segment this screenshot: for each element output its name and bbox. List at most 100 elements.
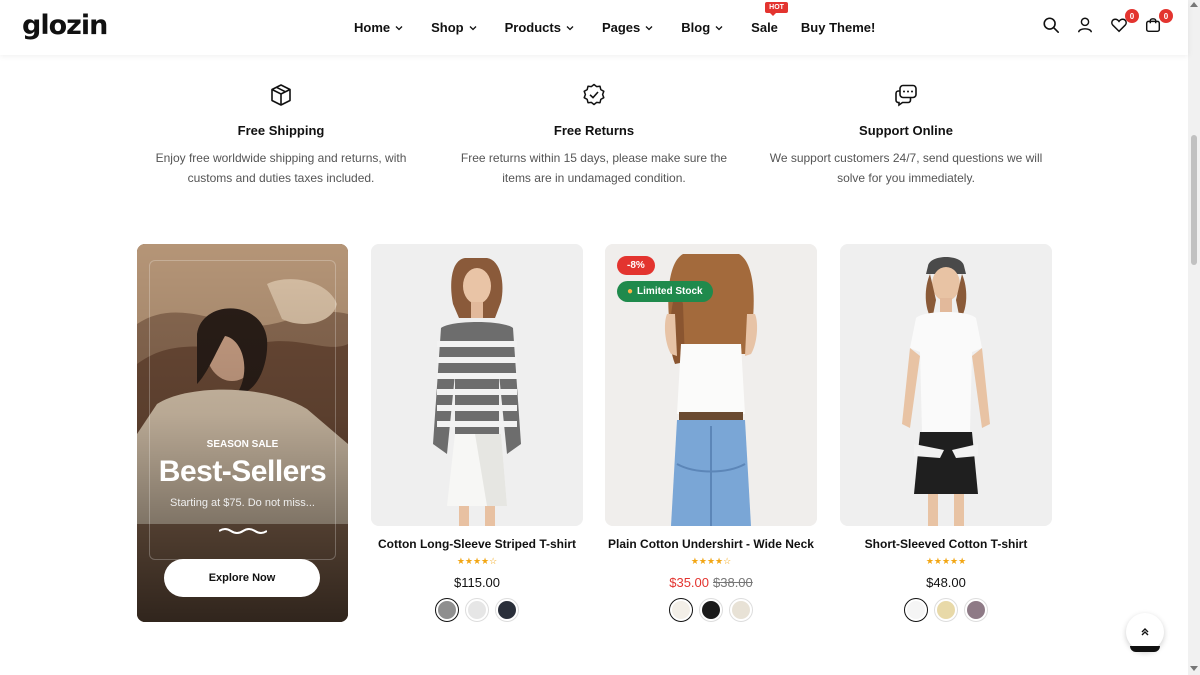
feature-description: Enjoy free worldwide shipping and return… <box>131 148 431 188</box>
nav-products-label: Products <box>504 20 561 35</box>
product-photo <box>371 244 583 526</box>
nav-sale[interactable]: Sale HOT <box>751 2 788 35</box>
best-sellers-banner[interactable]: SEASON SALE Best-Sellers Starting at $75… <box>137 244 348 622</box>
cart-count: 0 <box>1159 9 1173 23</box>
badge-check-icon <box>583 83 605 106</box>
swatch-color <box>438 601 456 619</box>
product-image[interactable] <box>840 244 1052 526</box>
nav-sale-label: Sale <box>751 20 778 35</box>
box-icon <box>271 84 291 106</box>
feature-desc-line: We support customers 24/7, send question… <box>769 151 1043 165</box>
search-icon <box>1043 17 1060 34</box>
chevron-down-icon <box>395 25 403 30</box>
product-image[interactable] <box>371 244 583 526</box>
price-value: $48.00 <box>926 575 966 590</box>
feature-desc-line: solve for you immediately. <box>837 171 975 185</box>
banner-title: Best-Sellers <box>158 455 327 488</box>
scrollbar-thumb[interactable] <box>1191 135 1197 265</box>
star-rating: ★★★★☆ <box>690 556 732 566</box>
product-photo <box>840 244 1052 526</box>
color-swatches <box>840 598 1052 622</box>
brand-logo[interactable]: glozin <box>22 10 108 41</box>
product-card[interactable]: -8% ● Limited Stock Plain Cotton Undershi… <box>605 244 817 622</box>
color-swatch[interactable] <box>495 598 519 622</box>
star-rating: ★★★★☆ <box>456 556 498 566</box>
product-price: $35.00 $38.00 <box>605 575 817 590</box>
color-swatch[interactable] <box>964 598 988 622</box>
cart-button[interactable]: 0 <box>1144 9 1173 36</box>
product-name[interactable]: Plain Cotton Undershirt - Wide Neck <box>605 537 817 551</box>
double-chevron-up-icon <box>1141 628 1149 636</box>
chevron-down-icon <box>566 25 574 30</box>
wishlist-count: 0 <box>1125 9 1139 23</box>
product-card[interactable]: Cotton Long-Sleeve Striped T-shirt ★★★★☆… <box>371 244 583 622</box>
color-swatch[interactable] <box>669 598 693 622</box>
nav-shop[interactable]: Shop <box>431 20 478 35</box>
product-image[interactable]: -8% ● Limited Stock <box>605 244 817 526</box>
nav-products[interactable]: Products <box>505 20 575 35</box>
nav-home-label: Home <box>354 20 391 35</box>
color-swatch[interactable] <box>934 598 958 622</box>
sale-price: $35.00 <box>669 575 709 590</box>
color-swatches <box>371 598 583 622</box>
color-swatches <box>605 598 817 622</box>
product-name[interactable]: Short-Sleeved Cotton T-shirt <box>840 537 1052 551</box>
limited-stock-badge: ● Limited Stock <box>617 281 713 302</box>
product-price: $48.00 <box>840 575 1052 590</box>
feature-title: Free Returns <box>553 123 635 138</box>
feature-desc-line: Free returns within 15 days, please make… <box>460 151 728 165</box>
chevron-down-icon <box>469 25 477 30</box>
swatch-color <box>468 601 486 619</box>
color-swatch[interactable] <box>904 598 928 622</box>
scroll-up-arrow-icon[interactable] <box>1190 2 1198 7</box>
swatch-color <box>672 601 690 619</box>
nav-buy-theme-label: Buy Theme! <box>800 20 876 35</box>
discount-badge: -8% <box>617 256 655 275</box>
feature-description: We support customers 24/7, send question… <box>756 148 1056 188</box>
user-icon <box>1077 17 1093 33</box>
swatch-color <box>907 601 925 619</box>
swatch-color <box>937 601 955 619</box>
nav-home[interactable]: Home <box>354 20 404 35</box>
explore-now-button[interactable]: Explore Now <box>164 559 320 597</box>
feature-description: Free returns within 15 days, please make… <box>444 148 744 188</box>
nav-buy-theme[interactable]: Buy Theme! <box>801 20 875 35</box>
flame-icon: ● <box>627 286 634 297</box>
feature-desc-line: items are in undamaged condition. <box>502 171 686 185</box>
nav-blog-label: Blog <box>681 20 711 35</box>
feature-desc-line: customs and duties taxes included. <box>187 171 375 185</box>
wishlist-button[interactable]: 0 <box>1110 9 1139 36</box>
feature-title: Support Online <box>859 123 953 138</box>
swatch-color <box>732 601 750 619</box>
swatch-color <box>967 601 985 619</box>
banner-frame <box>149 260 336 560</box>
color-swatch[interactable] <box>729 598 753 622</box>
nav-pages-label: Pages <box>601 20 641 35</box>
swatch-color <box>498 601 516 619</box>
product-card[interactable]: Short-Sleeved Cotton T-shirt ★★★★★ $48.0… <box>840 244 1052 622</box>
scroll-down-arrow-icon[interactable] <box>1190 666 1198 671</box>
back-to-top-button[interactable] <box>1126 613 1164 652</box>
stock-label: Limited Stock <box>637 286 703 297</box>
nav-pages[interactable]: Pages <box>602 20 654 35</box>
color-swatch[interactable] <box>699 598 723 622</box>
price-value: $115.00 <box>453 575 501 590</box>
feature-free-shipping: Free Shipping Enjoy free worldwide shipp… <box>131 82 431 188</box>
color-swatch[interactable] <box>465 598 489 622</box>
color-swatch[interactable] <box>435 598 459 622</box>
banner-subtitle: Starting at $75. Do not miss... <box>170 497 315 509</box>
header-actions: 0 0 <box>1028 9 1173 36</box>
product-price: $115.00 <box>371 575 583 590</box>
product-name[interactable]: Cotton Long-Sleeve Striped T-shirt <box>371 537 583 551</box>
feature-desc-line: Enjoy free worldwide shipping and return… <box>155 151 407 165</box>
chevron-down-icon <box>645 25 653 30</box>
nav-shop-label: Shop <box>431 20 464 35</box>
search-button[interactable] <box>1042 16 1062 36</box>
star-rating: ★★★★★ <box>925 556 967 566</box>
wave-divider-icon <box>219 528 267 534</box>
page-scrollbar[interactable] <box>1188 0 1200 675</box>
original-price: $38.00 <box>713 575 753 590</box>
site-header: glozin Home Shop Products Pages Blog Sal… <box>0 0 1188 55</box>
nav-blog[interactable]: Blog <box>681 20 724 35</box>
account-button[interactable] <box>1076 16 1096 36</box>
